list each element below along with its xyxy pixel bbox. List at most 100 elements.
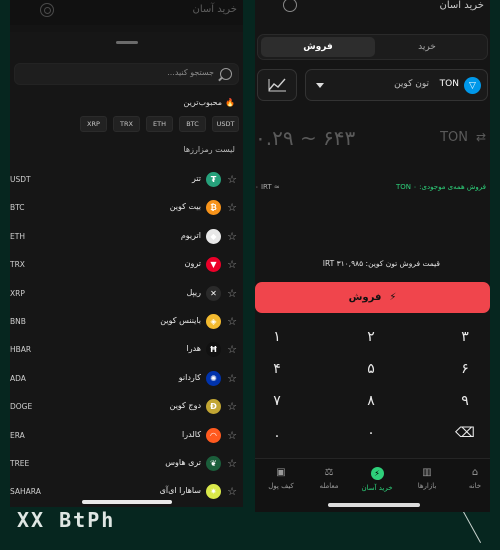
sell-price-value: ۳۱۰,۹۸۵ IRT	[322, 259, 364, 268]
keypad-key[interactable]: ۵	[351, 359, 391, 379]
dimmed-header: خرید آسان	[10, 0, 243, 25]
favorite-chip[interactable]: TRX	[113, 116, 140, 132]
bitcoin-icon: ₿	[206, 200, 221, 216]
nav-trade[interactable]: ⚖ معامله	[307, 467, 351, 490]
coin-selector[interactable]: ▽ TON تون کوین	[305, 69, 488, 101]
swap-icon[interactable]: ⇄	[476, 130, 486, 144]
settings-icon	[40, 3, 54, 17]
lightning-icon: ⚡	[389, 292, 397, 303]
backspace-key[interactable]: ⌫	[445, 423, 485, 443]
keypad-key[interactable]: ۳	[445, 327, 485, 347]
star-icon[interactable]: ☆	[227, 400, 237, 413]
keypad-key[interactable]: ۱	[257, 327, 297, 347]
nav-wallet[interactable]: ▣ کیف پول	[259, 467, 303, 490]
nav-home[interactable]: ⌂ خانه	[453, 467, 490, 490]
coin-row[interactable]: ERA ☆ ◠ کالدرا	[10, 422, 243, 450]
header-title: خرید آسان	[439, 0, 484, 11]
star-icon[interactable]: ☆	[227, 230, 237, 243]
amount-input[interactable]: ۰.۲۹ ~ ۶۴۳	[255, 126, 355, 150]
balance-equivalent: ۰ IRT ≈	[255, 183, 280, 191]
tab-buy[interactable]: خرید	[370, 37, 484, 57]
sell-all-balance-link[interactable]: فروش همه‌ی موجودی: TON ۰	[396, 183, 486, 191]
coin-name: هدرا	[186, 344, 201, 354]
keypad-key[interactable]: ۴	[257, 359, 297, 379]
settings-icon[interactable]	[283, 0, 297, 12]
nav-label: کیف پول	[268, 482, 294, 490]
star-icon[interactable]: ☆	[227, 287, 237, 300]
ripple-icon: ✕	[206, 285, 221, 301]
sell-button[interactable]: ⚡ فروش	[255, 282, 490, 313]
star-icon[interactable]: ☆	[227, 429, 237, 442]
chevron-down-icon	[316, 83, 324, 88]
star-icon[interactable]: ☆	[227, 258, 237, 271]
coin-symbol: DOGE	[10, 402, 33, 412]
coin-name: تون کوین	[394, 79, 429, 89]
coin-row[interactable]: HBAR ☆ Ħ هدرا	[10, 336, 243, 364]
star-icon[interactable]: ☆	[227, 343, 237, 356]
coin-row[interactable]: TRX ☆ ▼ ترون	[10, 251, 243, 279]
coin-picker-screen: خرید آسان جستجو کنید... 🔥محبوب‌ترین USDT…	[10, 0, 243, 507]
favorite-chip[interactable]: BTC	[179, 116, 206, 132]
coin-symbol: HBAR	[10, 345, 32, 355]
favorite-chip[interactable]: ETH	[146, 116, 173, 132]
favorite-chip[interactable]: USDT	[212, 116, 239, 132]
favorite-chip[interactable]: XRP	[80, 116, 107, 132]
coin-row[interactable]: BTC ☆ ₿ بیت کوین	[10, 194, 243, 222]
coin-name: کالدرا	[182, 429, 201, 439]
keypad-key[interactable]: ۷	[257, 391, 297, 411]
nav-label: خانه	[468, 482, 482, 490]
coin-row[interactable]: USDT ☆ ₮ تتر	[10, 166, 243, 194]
star-icon[interactable]: ☆	[227, 485, 237, 498]
star-icon[interactable]: ☆	[227, 173, 237, 186]
coin-row[interactable]: XRP ☆ ✕ ریپل	[10, 280, 243, 308]
trade-icon: ⚖	[324, 467, 334, 478]
coin-name: بایننس کوین	[160, 315, 201, 325]
coin-row[interactable]: BNB ☆ ◈ بایننس کوین	[10, 308, 243, 336]
caldera-icon: ◠	[206, 427, 221, 443]
coin-row[interactable]: DOGE ☆ Ð دوج کوین	[10, 393, 243, 421]
coin-name: ریپل	[186, 287, 201, 297]
keypad-key[interactable]: .	[257, 423, 297, 443]
amount-currency: TON	[440, 130, 468, 145]
keypad-key[interactable]: ۹	[445, 391, 485, 411]
coin-row[interactable]: TREE ☆ ❦ تری هاوس	[10, 450, 243, 478]
keypad-key[interactable]: ۰	[351, 423, 391, 443]
coin-symbol: BTC	[10, 203, 25, 213]
sheet-drag-handle[interactable]	[116, 41, 138, 44]
market-list-title: لیست رمزارزها	[183, 145, 235, 154]
coin-row[interactable]: ETH ☆ ◆ اتریوم	[10, 223, 243, 251]
keypad-key[interactable]: ۸	[351, 391, 391, 411]
star-icon[interactable]: ☆	[227, 372, 237, 385]
nav-easy-buy[interactable]: ⚡ خرید آسان	[355, 467, 399, 492]
star-icon[interactable]: ☆	[227, 315, 237, 328]
search-icon	[220, 68, 232, 80]
keypad-key[interactable]: ۶	[445, 359, 485, 379]
coin-code: TON	[439, 79, 459, 89]
nav-markets[interactable]: ▥ بازارها	[405, 467, 449, 490]
chart-button[interactable]	[257, 69, 297, 101]
search-field[interactable]: جستجو کنید...	[14, 63, 239, 85]
coin-row[interactable]: ADA ☆ ✺ کاردانو	[10, 365, 243, 393]
nav-label: بازارها	[417, 482, 437, 490]
coin-symbol: USDT	[10, 175, 31, 184]
favorites-title-text: محبوب‌ترین	[183, 98, 223, 107]
coin-symbol: XRP	[10, 288, 25, 298]
coin-symbol: TREE	[10, 458, 30, 468]
keypad-key[interactable]: ۲	[351, 327, 391, 347]
search-input[interactable]: جستجو کنید...	[167, 68, 214, 77]
coin-name: تتر	[191, 174, 201, 183]
coin-name: کاردانو	[178, 372, 201, 382]
coin-symbol: TRX	[10, 260, 25, 270]
star-icon[interactable]: ☆	[227, 201, 237, 214]
sell-price-label: قیمت فروش تون کوین:	[365, 259, 440, 268]
coin-symbol: ADA	[10, 373, 26, 383]
coin-symbol: BNB	[10, 316, 26, 326]
hedera-icon: Ħ	[206, 342, 221, 358]
coin-symbol: SAHARA	[10, 487, 41, 497]
tab-sell[interactable]: فروش	[261, 37, 375, 57]
easy-buy-icon: ⚡	[370, 467, 384, 480]
coin-name: دوج کوین	[169, 401, 201, 411]
star-icon[interactable]: ☆	[227, 457, 237, 470]
coin-symbol: ERA	[10, 430, 25, 440]
bnb-icon: ◈	[206, 313, 221, 329]
